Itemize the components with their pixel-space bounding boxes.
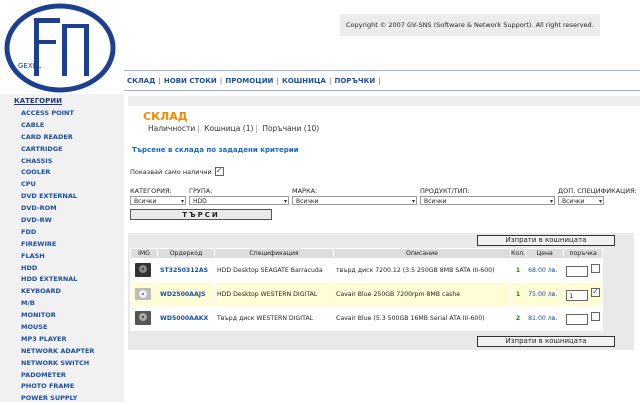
extra-spec-label: ДОП. СПЕЦИФИКАЦИЯ: <box>558 187 637 195</box>
order-qty-input[interactable]: 1 <box>566 289 589 301</box>
nav-item-promotions[interactable]: ПРОМОЦИИ <box>222 77 276 85</box>
sidebar-item[interactable]: PHOTO FRAME <box>0 381 124 393</box>
product-image[interactable] <box>130 306 158 331</box>
sidebar-item[interactable]: CABLE <box>0 120 124 132</box>
sidebar: КАТЕГОРИИ ACCESS POINT CABLE CARD READER… <box>0 94 124 402</box>
product-desc: Cavair Blue (5.3 500GB 16MB Serial ATA I… <box>333 306 511 331</box>
product-qty: 1 <box>509 258 527 283</box>
sidebar-item[interactable]: COOLER <box>0 167 124 179</box>
main-nav: СКЛАД | НОВИ СТОКИ | ПРОМОЦИИ | КОШНИЦА | ПО… <box>124 74 381 88</box>
sidebar-item[interactable]: CPU <box>0 179 124 191</box>
table-row: WD2500AAJS HDD Desktop WESTERN DIGITAL C… <box>130 282 604 307</box>
sidebar-item[interactable]: CHASSIS <box>0 156 124 168</box>
product-image[interactable] <box>130 282 158 307</box>
table-row: WD5000AAKX Твърд диск WESTERN DIGITAL Ca… <box>130 306 604 331</box>
extra-spec-select[interactable]: Всички <box>558 196 604 206</box>
product-price: 68.00 лв. <box>525 258 565 283</box>
product-select[interactable]: Всички <box>420 196 555 206</box>
product-table: IMG Ордеркод Спецификация Описание Кол. … <box>130 248 604 331</box>
col-header-desc: Описание <box>333 248 511 259</box>
sidebar-item[interactable]: CARD READER <box>0 132 124 144</box>
brand-label: МАРКА: <box>292 187 318 195</box>
order-qty-input[interactable] <box>566 313 589 325</box>
sidebar-item[interactable]: KEYBOARD <box>0 286 124 298</box>
product-qty: 1 <box>509 282 527 307</box>
group-label: ГРУПА: <box>189 187 213 195</box>
product-price: 75.00 лв. <box>525 282 565 307</box>
product-code[interactable]: WD5000AAKX <box>157 306 215 331</box>
sidebar-item[interactable]: FDD <box>0 227 124 239</box>
table-row: ST3250312AS HDD Desktop SEAGATE Barracud… <box>130 258 604 283</box>
tabs: Наличности | Кошница (1) | Поръчани (10) <box>148 124 320 133</box>
order-checkbox[interactable] <box>591 287 601 298</box>
sidebar-item[interactable]: POWER SUPPLY <box>0 393 124 405</box>
sidebar-item[interactable]: DVD-RW <box>0 215 124 227</box>
sidebar-item[interactable]: NETWORK ADAPTER <box>0 346 124 358</box>
tab-cart[interactable]: Кошница (1) <box>204 124 253 133</box>
search-button[interactable]: ТЪРСИ <box>130 209 272 220</box>
sidebar-item[interactable]: MP3 PLAYER <box>0 334 124 346</box>
copyright-text: Copyright © 2007 GV-SNS (Software & Netw… <box>340 14 600 36</box>
divider <box>124 70 640 71</box>
order-qty-input[interactable] <box>566 265 589 277</box>
tab-availability[interactable]: Наличности <box>148 124 195 133</box>
order-checkbox[interactable] <box>591 264 601 274</box>
sidebar-item[interactable]: PADOMETER <box>0 370 124 382</box>
nav-item-stock[interactable]: СКЛАД <box>124 77 158 85</box>
nav-item-new-stock[interactable]: НОВИ СТОКИ <box>161 77 220 85</box>
product-desc: Cavair Blue 250GB 7200rpm 8MB cashe <box>333 282 511 307</box>
product-code[interactable]: WD2500AAJS <box>157 282 215 307</box>
in-stock-checkbox[interactable] <box>214 166 224 176</box>
sidebar-item[interactable]: HDD <box>0 263 124 275</box>
col-header-price: Цена <box>525 248 565 259</box>
nav-item-cart[interactable]: КОШНИЦА <box>279 77 329 85</box>
product-spec: Твърд диск WESTERN DIGITAL <box>214 306 334 331</box>
hdd-image-icon <box>135 310 151 325</box>
category-label: КАТЕГОРИЯ: <box>130 187 172 195</box>
send-to-cart-button-top[interactable]: Изпрати в кошницата <box>477 235 615 246</box>
nav-item-orders[interactable]: ПОРЪЧКИ <box>332 77 379 85</box>
sidebar-item[interactable]: ACCESS POINT <box>0 108 124 120</box>
col-header-order: поръчка <box>563 248 604 259</box>
sidebar-item[interactable]: M/B <box>0 298 124 310</box>
sidebar-item[interactable]: DVD EXTERNAL <box>0 191 124 203</box>
product-code[interactable]: ST3250312AS <box>157 258 215 283</box>
product-price: 81.00 лв. <box>525 306 565 331</box>
category-select[interactable]: Всички <box>130 196 186 206</box>
sidebar-item[interactable]: MOUSE <box>0 322 124 334</box>
divider <box>124 90 640 91</box>
tab-ordered[interactable]: Поръчани (10) <box>262 124 319 133</box>
sidebar-item[interactable]: NETWORK SWITCH <box>0 358 124 370</box>
page-title: СКЛАД <box>143 110 188 123</box>
sidebar-item[interactable]: HDD EXTERNAL <box>0 274 124 286</box>
product-spec: HDD Desktop WESTERN DIGITAL <box>214 282 334 307</box>
col-header-qty: Кол. <box>509 248 527 259</box>
in-stock-label: Показвай само налични <box>130 167 212 176</box>
group-select[interactable]: HDD <box>189 196 289 206</box>
logo-text: GEXEL <box>18 62 41 70</box>
order-checkbox[interactable] <box>591 312 601 322</box>
sidebar-item[interactable]: DVD-ROM <box>0 203 124 215</box>
sidebar-heading: КАТЕГОРИИ <box>14 97 62 105</box>
product-image[interactable] <box>130 258 158 283</box>
send-to-cart-button-bottom[interactable]: Изпрати в кошницата <box>477 336 615 347</box>
in-stock-filter: Показвай само налични <box>130 166 224 176</box>
col-header-img: IMG <box>130 248 158 259</box>
sidebar-item[interactable]: MONITOR <box>0 310 124 322</box>
company-logo[interactable]: GEXEL <box>4 2 122 94</box>
product-qty: 2 <box>509 306 527 331</box>
search-criteria-link[interactable]: Търсене в склада по зададени критерии <box>132 146 299 154</box>
hdd-image-icon <box>135 287 151 300</box>
col-header-code: Ордеркод <box>157 248 215 259</box>
product-desc: твърд диск 7200.12 (3.5 250GB 8MB SATA I… <box>333 258 511 283</box>
brand-select[interactable]: Всички <box>292 196 417 206</box>
sidebar-item[interactable]: CARTRIDGE <box>0 144 124 156</box>
col-header-spec: Спецификация <box>214 248 334 259</box>
sidebar-item[interactable]: FIREWIRE <box>0 239 124 251</box>
content-header-band <box>128 96 640 106</box>
product-label: ПРОДУКТ/ТИП: <box>420 187 470 195</box>
hdd-image-icon <box>135 262 151 277</box>
sidebar-item[interactable]: FLASH <box>0 251 124 263</box>
product-spec: HDD Desktop SEAGATE Barracuda <box>214 258 334 283</box>
